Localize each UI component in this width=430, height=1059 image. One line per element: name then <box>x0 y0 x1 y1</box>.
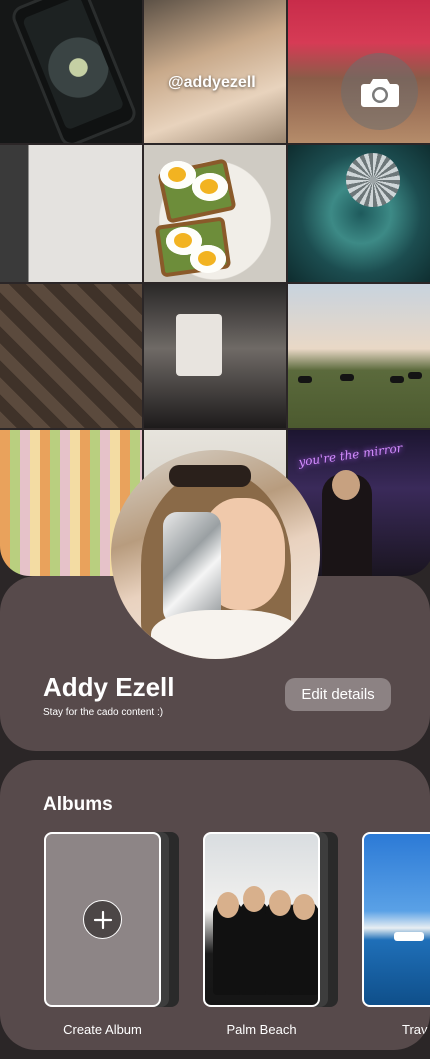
disco-ball <box>346 153 400 207</box>
photo-tile[interactable] <box>0 0 142 143</box>
album-palm-beach[interactable]: Palm Beach <box>203 832 338 1037</box>
album-cover[interactable] <box>203 832 320 1007</box>
albums-card: Albums Create Album Palm Beach Trav <box>0 760 430 1050</box>
photo-tile[interactable] <box>288 284 430 428</box>
album-label: Palm Beach <box>226 1022 297 1037</box>
photo-tile[interactable]: @addyezell <box>144 0 286 143</box>
camera-button[interactable] <box>341 53 418 130</box>
profile-name: Addy Ezell <box>43 672 175 702</box>
album-trav[interactable]: Trav <box>362 832 430 1037</box>
photo-tile[interactable] <box>144 145 286 282</box>
neon-sign: you're the mirror <box>297 440 404 470</box>
username-handle: @addyezell <box>168 74 256 91</box>
camera-icon <box>360 78 399 107</box>
albums-title: Albums <box>43 794 113 815</box>
album-label: Trav <box>402 1022 428 1037</box>
phone-photo <box>8 0 140 143</box>
create-album-cover[interactable] <box>44 832 161 1007</box>
avatar[interactable] <box>111 450 320 659</box>
profile-bio: Stay for the cado content :) <box>43 707 164 718</box>
album-label: Create Album <box>63 1022 142 1037</box>
photo-tile[interactable] <box>144 284 286 428</box>
plus-icon <box>83 900 122 939</box>
create-album[interactable]: Create Album <box>44 832 179 1037</box>
edit-details-button[interactable]: Edit details <box>285 678 391 711</box>
profile-screen: @addyezell you're the mirror Addy Ezell … <box>0 0 430 1059</box>
photo-tile[interactable] <box>288 145 430 282</box>
album-cover[interactable] <box>362 832 430 1007</box>
photo-tile[interactable] <box>0 284 142 428</box>
photo-tile[interactable] <box>0 145 142 282</box>
